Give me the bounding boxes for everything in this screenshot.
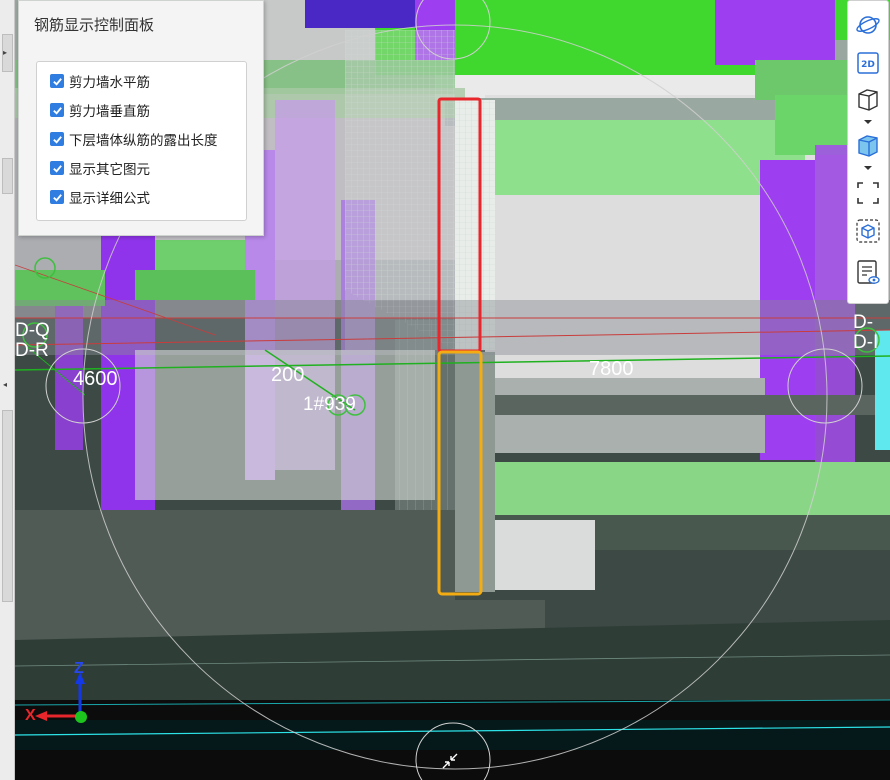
cube-select-button[interactable] — [852, 217, 884, 245]
option-wall-vertical-rebar[interactable]: 剪力墙垂直筋 — [50, 99, 150, 121]
chevron-down-icon — [864, 166, 872, 170]
2d-view-icon: 2D — [857, 52, 879, 74]
chevron-down-icon — [864, 120, 872, 124]
collapsed-panel-tab[interactable] — [2, 410, 13, 602]
option-lower-wall-exposure[interactable]: 下层墙体纵筋的露出长度 — [50, 128, 218, 150]
options-box: 剪力墙水平筋 剪力墙垂直筋 下层墙体纵筋的露出长度 显示其它图元 显示详细公式 — [36, 61, 247, 221]
display-settings-button[interactable] — [852, 259, 884, 287]
3d-box-solid-icon — [858, 135, 878, 157]
axis-tag-right-top: D- — [853, 312, 874, 333]
wireframe-box-button[interactable] — [852, 85, 884, 113]
expand-arrow-icon[interactable]: ▸ — [3, 48, 7, 57]
orbit-icon — [856, 16, 880, 34]
full-screen-button[interactable] — [852, 179, 884, 207]
collapsed-panel-tab[interactable] — [2, 158, 13, 194]
view-mode-caret[interactable] — [862, 117, 874, 127]
orbit-button[interactable] — [852, 11, 884, 39]
dimension-left: 4600 — [73, 368, 118, 390]
exit-fullscreen-icon[interactable] — [439, 750, 461, 772]
3d-box-wire-icon — [858, 89, 878, 111]
expand-arrow-icon[interactable]: ◂ — [3, 380, 7, 389]
render-mode-caret[interactable] — [862, 163, 874, 173]
cube-select-icon — [856, 219, 880, 243]
left-edge-strip: ▸ ◂ — [0, 0, 15, 780]
checkbox-checked-icon[interactable] — [50, 161, 64, 175]
checkbox-checked-icon[interactable] — [50, 190, 64, 204]
dimension-right: 7800 — [589, 358, 634, 380]
checkbox-checked-icon[interactable] — [50, 74, 64, 88]
svg-text:2D: 2D — [861, 60, 875, 70]
panel-title: 钢筋显示控制面板 — [34, 16, 155, 34]
option-show-other-elements[interactable]: 显示其它图元 — [50, 157, 150, 179]
gizmo-z-label: Z — [74, 660, 84, 677]
option-wall-horizontal-rebar[interactable]: 剪力墙水平筋 — [50, 70, 150, 92]
gizmo-x-label: X — [25, 707, 36, 724]
axis-tag-dr: D-R — [15, 340, 49, 361]
axis-tag-dq: D-Q — [15, 320, 50, 341]
dimension-middle: 200 — [271, 364, 305, 386]
2d-view-button[interactable]: 2D — [852, 49, 884, 77]
full-screen-icon — [857, 182, 879, 204]
view-toolbar: 2D — [847, 0, 889, 304]
axis-tag-right-bottom: D-I — [853, 332, 879, 353]
solid-box-button[interactable] — [852, 131, 884, 159]
checkbox-checked-icon[interactable] — [50, 132, 64, 146]
bubble-label: 1#939 — [303, 394, 356, 415]
option-show-detailed-formula[interactable]: 显示详细公式 — [50, 186, 150, 208]
checkbox-checked-icon[interactable] — [50, 103, 64, 117]
display-settings-icon — [857, 260, 880, 284]
rebar-display-panel: 钢筋显示控制面板 剪力墙水平筋 剪力墙垂直筋 下层墙体纵筋的露出长度 显示其它图… — [18, 0, 264, 236]
